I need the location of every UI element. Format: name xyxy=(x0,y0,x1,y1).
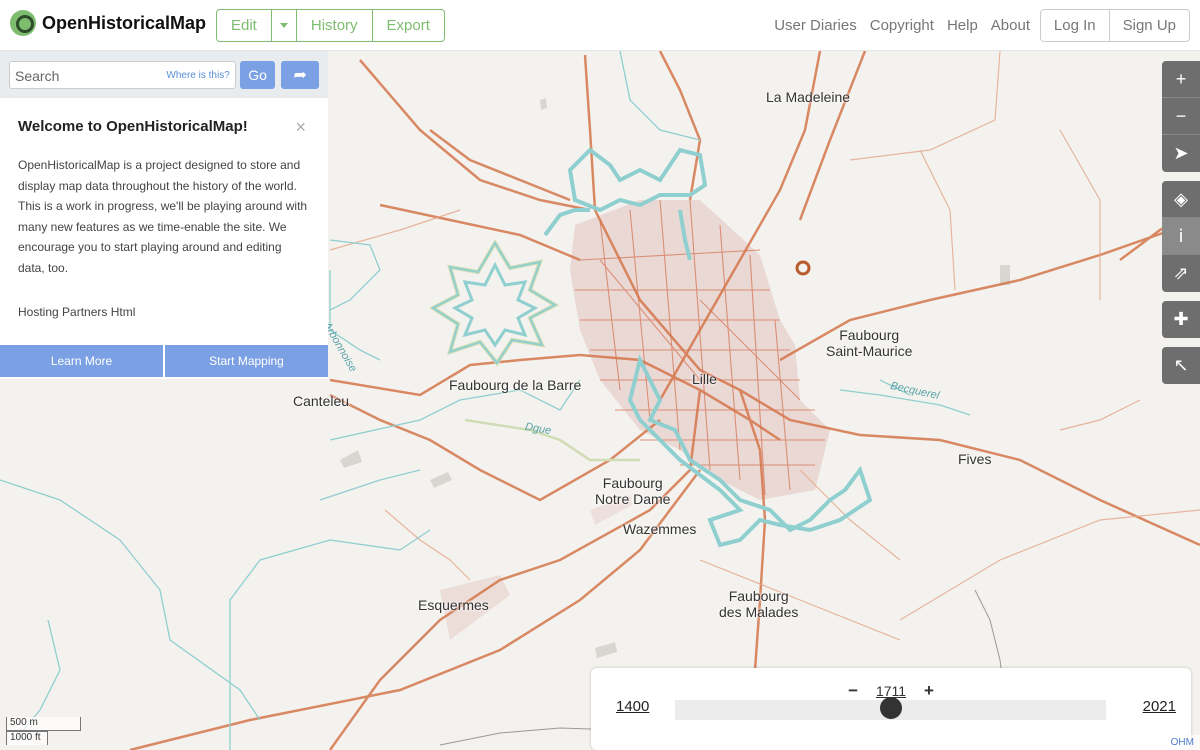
query-features-icon[interactable]: ↖ xyxy=(1162,347,1200,384)
share-icon[interactable]: ⇗ xyxy=(1162,255,1200,292)
logo-text: OpenHistoricalMap xyxy=(42,12,207,33)
where-is-this-link[interactable]: Where is this? xyxy=(166,70,229,81)
search-placeholder: Search xyxy=(15,67,60,84)
zoom-out-icon[interactable]: − xyxy=(1162,98,1200,135)
nav-user-diaries[interactable]: User Diaries xyxy=(774,17,857,34)
scale-imperial: 1000 ft xyxy=(6,731,48,745)
map-label-esquermes: Esquermes xyxy=(418,597,489,613)
welcome-panel: Welcome to OpenHistoricalMap! × OpenHist… xyxy=(0,98,328,319)
signup-button[interactable]: Sign Up xyxy=(1110,10,1189,41)
chevron-down-icon xyxy=(279,23,288,28)
map-label-lille: Lille xyxy=(692,371,717,387)
locate-icon[interactable]: ➤ xyxy=(1162,135,1200,172)
nav-about[interactable]: About xyxy=(991,17,1030,34)
map-label-saint-maurice: Faubourg Saint-Maurice xyxy=(826,327,913,359)
hosting-partners: Hosting Partners Html xyxy=(18,305,136,319)
nav-help[interactable]: Help xyxy=(947,17,978,34)
directions-icon[interactable]: ➦ xyxy=(281,60,319,89)
search-input[interactable]: Search Where is this? xyxy=(9,60,236,89)
export-button[interactable]: Export xyxy=(373,10,444,41)
year-decrement-button[interactable]: − xyxy=(848,681,858,701)
map-label-la-madeleine: La Madeleine xyxy=(766,89,851,105)
scale-metric: 500 m xyxy=(6,717,81,731)
welcome-actions: Learn More Start Mapping xyxy=(0,345,328,377)
learn-more-button[interactable]: Learn More xyxy=(0,345,163,377)
map-label-fives: Fives xyxy=(958,451,992,467)
welcome-body: OpenHistoricalMap is a project designed … xyxy=(18,158,308,275)
map-label-canteleu: Canteleu xyxy=(293,393,350,409)
time-slider: − 1711 + 1400 2021 xyxy=(591,668,1191,750)
edit-button[interactable]: Edit xyxy=(217,10,272,41)
map-label-wazemmes: Wazemmes xyxy=(623,521,697,537)
edit-dropdown-toggle[interactable] xyxy=(272,10,297,41)
layers-icon[interactable]: ◈ xyxy=(1162,181,1200,218)
search-go-button[interactable]: Go xyxy=(239,60,276,89)
year-increment-button[interactable]: + xyxy=(924,681,934,701)
logo[interactable]: OpenHistoricalMap xyxy=(10,10,206,36)
sidebar: Search Where is this? Go ➦ Welcome to Op… xyxy=(0,51,328,379)
map-label-notre-dame: Faubourg Notre Dame xyxy=(595,475,671,507)
attribution[interactable]: OHM xyxy=(1164,735,1200,750)
history-button[interactable]: History xyxy=(297,10,373,41)
logo-icon xyxy=(10,10,36,36)
info-icon[interactable]: ⅰ xyxy=(1162,218,1200,255)
add-note-icon[interactable]: ✚ xyxy=(1162,301,1200,338)
slider-thumb[interactable] xyxy=(879,697,902,719)
auth-buttons: Log In Sign Up xyxy=(1039,9,1190,42)
map-controls: + − ➤ ◈ ⅰ ⇗ ✚ ↖ xyxy=(1162,61,1200,393)
secondary-nav: User Diaries Copyright Help About xyxy=(774,17,1030,34)
zoom-in-icon[interactable]: + xyxy=(1162,61,1200,98)
edit-toolbar: Edit History Export xyxy=(216,9,445,42)
login-button[interactable]: Log In xyxy=(1041,10,1110,41)
range-start-year[interactable]: 1400 xyxy=(616,698,649,715)
map-label-des-malades: Faubourg des Malades xyxy=(719,588,799,620)
nav-copyright[interactable]: Copyright xyxy=(870,17,934,34)
close-icon[interactable]: × xyxy=(295,117,306,138)
welcome-title: Welcome to OpenHistoricalMap! xyxy=(18,118,248,135)
header: OpenHistoricalMap Edit History Export Us… xyxy=(0,0,1200,51)
start-mapping-button[interactable]: Start Mapping xyxy=(165,345,328,377)
search-bar: Search Where is this? Go ➦ xyxy=(0,51,328,98)
scale-bar: 500 m 1000 ft xyxy=(6,717,81,745)
map-label-faubourg-de-la-barre: Faubourg de la Barre xyxy=(449,377,582,393)
range-end-year[interactable]: 2021 xyxy=(1143,698,1176,715)
